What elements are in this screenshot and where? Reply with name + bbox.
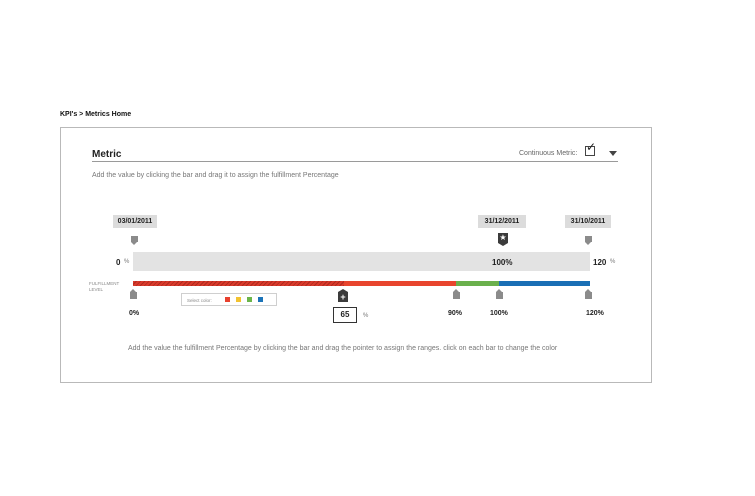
target-date-tag: 31/12/2011 — [478, 215, 526, 228]
swatch-red[interactable] — [225, 297, 230, 302]
continuous-metric-label: Continuous Metric: — [519, 150, 578, 157]
star-pin-tip — [498, 243, 508, 246]
start-date-tag: 03/01/2011 — [113, 215, 157, 228]
instruction-bottom: Add the value the fulfillment Percentage… — [128, 345, 558, 352]
swatch-green[interactable] — [247, 297, 252, 302]
metric-title: Metric — [92, 149, 122, 160]
pointer-value-input[interactable]: 65 — [333, 307, 357, 323]
start-pin-tip — [131, 242, 137, 245]
end-percent: 120 — [593, 258, 607, 267]
progress-label: 100% — [492, 258, 513, 267]
swatch-blue[interactable] — [258, 297, 263, 302]
instruction-top: Add the value by clicking the bar and dr… — [92, 172, 339, 179]
end-percent-unit: % — [610, 259, 616, 265]
scale-label-100: 100% — [490, 310, 508, 317]
pointer-120-icon[interactable] — [585, 292, 592, 299]
chevron-down-icon[interactable] — [609, 151, 617, 156]
start-percent-unit: % — [124, 259, 130, 265]
plus-pointer-icon[interactable]: + — [338, 292, 348, 302]
pointer-90-icon[interactable] — [453, 292, 460, 299]
title-divider — [92, 161, 618, 162]
fulfilled-hatched-bar[interactable] — [133, 281, 344, 286]
color-picker-label: Select color: — [187, 298, 212, 303]
start-percent: 0 — [116, 258, 121, 267]
scale-label-90: 90% — [448, 310, 463, 317]
swatch-yellow[interactable] — [236, 297, 241, 302]
star-pin-icon[interactable]: ★ — [498, 233, 508, 243]
green-range-bar[interactable] — [456, 281, 499, 286]
red-range-bar[interactable] — [344, 281, 456, 286]
end-date-tag: 31/10/2011 — [565, 215, 611, 228]
pointer-0-icon[interactable] — [130, 292, 137, 299]
check-icon: ✓ — [586, 140, 597, 154]
progress-bar[interactable] — [133, 252, 590, 271]
breadcrumb[interactable]: KPI's > Metrics Home — [60, 111, 131, 118]
end-pin-tip — [585, 242, 591, 245]
scale-label-120: 120% — [586, 310, 604, 317]
pointer-value-unit: % — [363, 313, 369, 319]
pointer-100-icon[interactable] — [496, 292, 503, 299]
scale-label-0: 0% — [129, 310, 140, 317]
fulfillment-label-line2: LEVEL — [89, 287, 104, 292]
blue-range-bar[interactable] — [499, 281, 590, 286]
